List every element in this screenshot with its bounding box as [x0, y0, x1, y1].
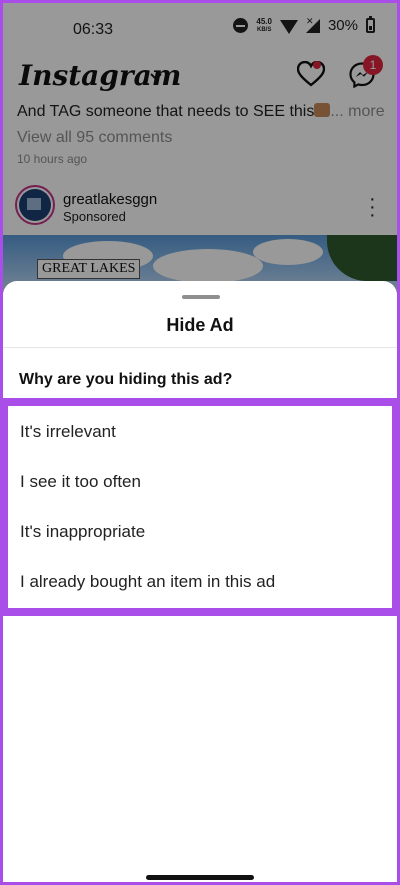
option-label: I see it too often — [20, 472, 141, 491]
option-already-bought[interactable]: I already bought an item in this ad — [8, 556, 392, 606]
option-label: I already bought an item in this ad — [20, 572, 276, 591]
option-label: It's irrelevant — [20, 422, 116, 441]
gesture-nav-bar[interactable] — [146, 875, 254, 880]
phone-screen: 06:33 45.0 KB/S ✕ 30% Instagram 1 And TA… — [3, 3, 397, 882]
option-too-often[interactable]: I see it too often — [8, 456, 392, 506]
hide-ad-sheet: Hide Ad Why are you hiding this ad? It's… — [3, 281, 397, 882]
options-list: It's irrelevant I see it too often It's … — [8, 406, 392, 608]
sheet-title: Hide Ad — [166, 315, 234, 335]
option-label: It's inappropriate — [20, 522, 146, 541]
options-highlight: It's irrelevant I see it too often It's … — [3, 398, 397, 616]
sheet-question: Why are you hiding this ad? — [19, 371, 233, 388]
option-inappropriate[interactable]: It's inappropriate — [8, 506, 392, 556]
divider — [3, 347, 397, 348]
option-irrelevant[interactable]: It's irrelevant — [8, 406, 392, 456]
sheet-drag-handle[interactable] — [182, 295, 220, 299]
